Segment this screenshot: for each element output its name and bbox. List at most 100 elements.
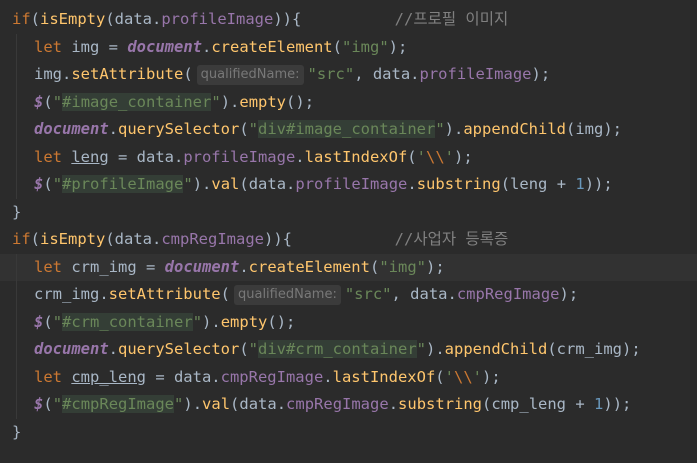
code-token: )); (603, 395, 632, 413)
code-token: cmpRegImage (220, 367, 324, 386)
code-token: . (108, 120, 118, 138)
code-token: querySelector (118, 120, 240, 138)
code-token: ' (416, 147, 426, 166)
code-token: profileImage (419, 65, 532, 83)
code-token: (data. (105, 230, 162, 248)
code-line[interactable]: let leng = data.profileImage.lastIndexOf… (0, 143, 697, 171)
code-token: \\ (425, 147, 445, 166)
code-token: " (183, 175, 193, 193)
code-token: if (12, 10, 31, 28)
code-token: lastIndexOf (332, 367, 436, 386)
code-token: val (211, 175, 240, 193)
code-line[interactable]: $("#image_container").empty(); (0, 88, 697, 116)
code-token: . (388, 395, 399, 413)
code-token: ( (220, 285, 230, 303)
code-token: 1 (594, 395, 604, 413)
code-token: lastIndexOf (304, 147, 408, 166)
code-token: isEmpty (40, 10, 106, 28)
code-line[interactable]: $("#profileImage").val(data.profileImage… (0, 171, 697, 199)
code-token: " (248, 340, 259, 358)
code-token: ); (531, 65, 551, 83)
code-token: (leng + (500, 175, 576, 193)
code-token: document (164, 257, 240, 276)
code-token: "src" (307, 65, 355, 83)
code-token: setAttribute (71, 65, 184, 83)
code-token: ). (192, 175, 212, 193)
code-token: \\ (453, 367, 473, 386)
indent-guide (16, 336, 25, 364)
code-token: ); (388, 37, 408, 56)
code-token: createElement (248, 257, 370, 276)
code-token: crm_img. (34, 285, 109, 303)
code-token: ( (407, 147, 417, 166)
code-token: let (34, 367, 72, 386)
code-line[interactable]: } (0, 199, 697, 227)
code-token: ( (30, 10, 41, 28)
code-token: (cmp_leng + (482, 395, 595, 413)
code-token: let (34, 37, 72, 56)
code-token: (data. (105, 10, 162, 28)
indent-guide (16, 116, 25, 144)
indent-guide (16, 61, 25, 89)
code-token: ); (426, 257, 445, 276)
code-token: ( (183, 65, 193, 83)
code-line[interactable]: img.setAttribute(qualifiedName: "src", da… (0, 61, 697, 89)
parameter-hint: qualifiedName: (233, 285, 341, 305)
code-token: crm_img = (71, 257, 165, 276)
code-token: empty (220, 312, 268, 331)
code-token: #crm_container (62, 312, 193, 331)
code-token: #profileImage (62, 175, 184, 193)
code-line[interactable]: document.querySelector("div#crm_containe… (0, 336, 697, 364)
code-token: " (174, 395, 184, 413)
indent-guide (16, 171, 25, 199)
code-token: appendChild (444, 340, 548, 358)
code-token: ( (43, 92, 53, 111)
code-token: setAttribute (108, 285, 221, 303)
code-line[interactable]: document.querySelector("div#image_contai… (0, 116, 697, 144)
code-line[interactable]: if(isEmpty(data.profileImage)){ //프로필 이미… (0, 6, 697, 34)
code-token: profileImage (183, 147, 296, 166)
code-token: $ (34, 312, 44, 331)
code-token: "img" (342, 37, 389, 56)
code-token: ( (369, 257, 380, 276)
code-editor[interactable]: if(isEmpty(data.profileImage)){ //프로필 이미… (0, 0, 697, 463)
code-line[interactable]: let cmp_leng = data.cmpRegImage.lastInde… (0, 363, 697, 391)
code-token: ' (444, 367, 454, 386)
code-token: div#crm_container (258, 340, 417, 358)
indent-guide (16, 281, 25, 309)
code-line[interactable]: let crm_img = document.createElement("im… (0, 253, 697, 281)
code-line[interactable]: crm_img.setAttribute(qualifiedName: "src"… (0, 281, 697, 309)
code-line[interactable]: let img = document.createElement("img"); (0, 33, 697, 61)
code-token: $ (34, 175, 44, 193)
code-line[interactable]: if(isEmpty(data.cmpRegImage)){ //사업자 등록증 (0, 226, 697, 254)
code-token: " (248, 120, 259, 138)
code-token: " (52, 92, 63, 111)
code-token: leng (71, 147, 109, 166)
code-token: document (127, 37, 202, 56)
code-token: . (108, 340, 118, 358)
code-token: (data. (230, 395, 287, 413)
code-token: let (34, 147, 72, 166)
code-line[interactable]: $("#cmpRegImage").val(data.cmpRegImage.s… (0, 391, 697, 419)
code-token: profileImage (295, 175, 408, 193)
code-line[interactable]: } (0, 419, 697, 447)
code-token: img. (34, 65, 72, 83)
code-token: $ (34, 395, 44, 413)
code-token: ( (43, 395, 53, 413)
code-token: )){ (273, 10, 302, 28)
code-token: ); (559, 285, 579, 303)
code-token: val (202, 395, 231, 413)
code-token: , data. (391, 285, 457, 303)
code-line[interactable]: $("#crm_container").empty(); (0, 308, 697, 336)
parameter-hint: qualifiedName: (196, 65, 304, 85)
code-token: ( (435, 367, 445, 386)
code-token: . (295, 147, 305, 166)
code-token: $ (34, 92, 44, 111)
code-token: cmpRegImage (161, 230, 264, 248)
code-token: " (416, 340, 426, 358)
code-token: ( (332, 37, 342, 56)
code-comment: //사업자 등록증 (394, 230, 509, 248)
code-token: document (34, 120, 109, 138)
code-token: ); (454, 147, 473, 166)
